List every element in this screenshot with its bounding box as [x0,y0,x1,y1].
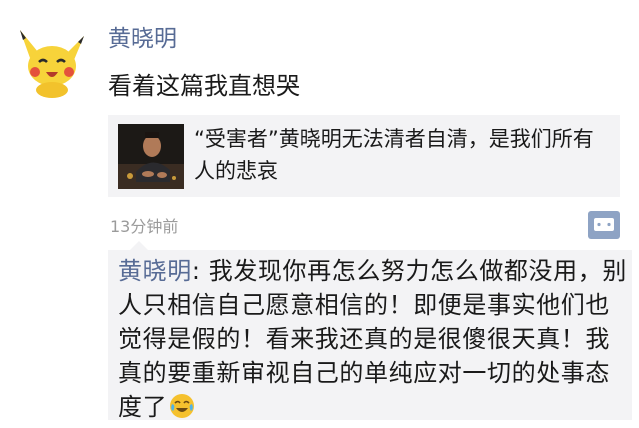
avatar[interactable] [14,22,90,98]
comment-icon [594,218,614,231]
pikachu-avatar-icon [14,22,90,98]
post-author-name[interactable]: 黄晓明 [108,22,177,56]
comment-separator: : [191,257,209,285]
crying-laughing-emoji-icon [169,393,195,419]
post-timestamp: 13分钟前 [110,217,179,236]
shared-link-card[interactable]: “受害者”黄晓明无法清者自清，是我们所有人的悲哀 [108,115,620,197]
link-title: “受害者”黄晓明无法清者自清，是我们所有人的悲哀 [194,127,594,183]
comment-author-name[interactable]: 黄晓明 [118,257,192,285]
comment[interactable]: 黄晓明: 我发现你再怎么努力怎么做都没用，别人只相信自己愿意相信的！即便是事实他… [118,254,632,424]
comment-section: 黄晓明: 我发现你再怎么努力怎么做都没用，别人只相信自己愿意相信的！即便是事实他… [108,241,632,421]
link-thumbnail [118,124,184,189]
comment-button[interactable] [588,211,620,239]
post-text: 看着这篇我直想哭 [108,72,300,100]
